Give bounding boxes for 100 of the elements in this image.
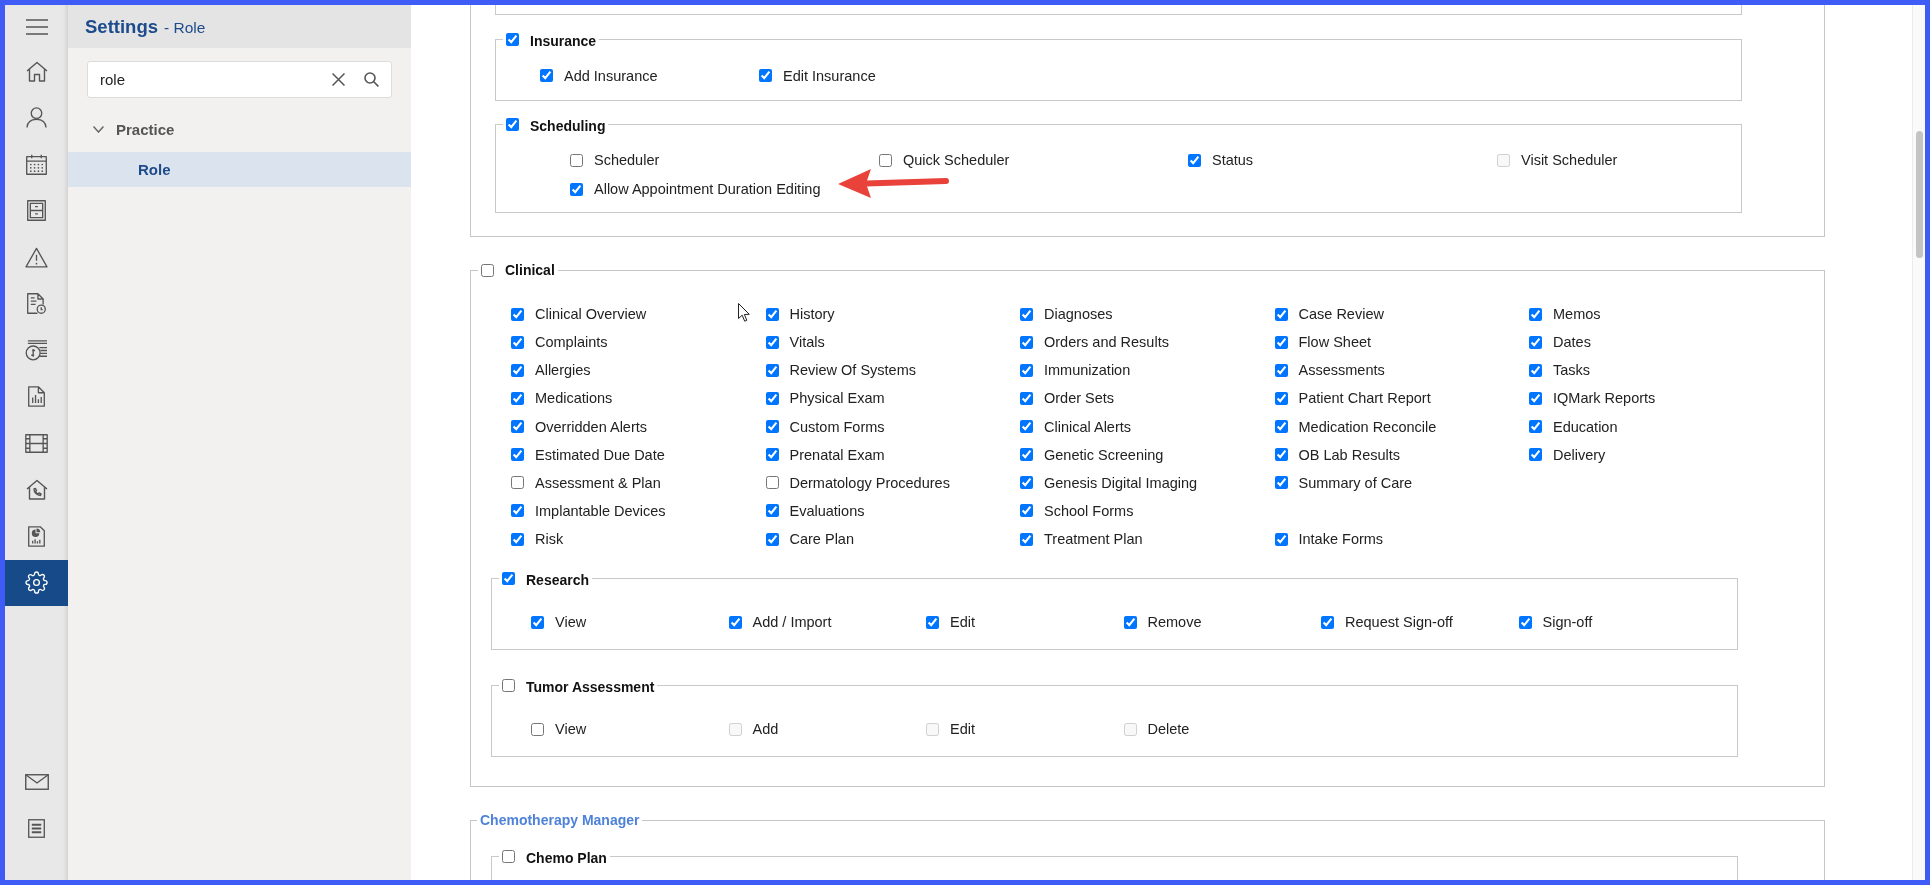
scrollbar-track[interactable] [1912, 5, 1925, 880]
checkbox[interactable] [511, 420, 524, 433]
checkbox[interactable] [1020, 420, 1033, 433]
checkbox[interactable] [1020, 532, 1033, 546]
checkbox[interactable] [1020, 335, 1033, 349]
checkbox[interactable] [506, 32, 519, 46]
tree-item[interactable]: Practice [68, 112, 411, 147]
checkbox[interactable] [1274, 363, 1288, 377]
checkbox-label: Review Of Systems [789, 362, 916, 379]
checkbox[interactable] [511, 504, 524, 518]
checkbox[interactable] [765, 363, 779, 377]
checkbox-label: Remove [1147, 614, 1202, 630]
checkbox-label: View [555, 721, 587, 737]
group-title: Chemo Plan [526, 849, 607, 866]
checkbox[interactable] [1274, 335, 1288, 349]
checkbox[interactable] [765, 448, 779, 462]
checkbox-label: Immunization [1044, 362, 1131, 379]
checkbox[interactable] [1274, 476, 1288, 490]
mail-icon [24, 774, 49, 791]
checkbox[interactable] [728, 615, 742, 629]
checkbox-label: Dates [1553, 334, 1591, 351]
checkbox[interactable] [540, 69, 553, 82]
checkbox[interactable] [511, 335, 524, 349]
checkbox[interactable] [1020, 363, 1033, 377]
checkbox[interactable] [511, 363, 524, 377]
checkbox[interactable] [1529, 335, 1542, 349]
checkbox[interactable] [1274, 391, 1288, 405]
scrollbar-thumb[interactable] [1915, 131, 1923, 258]
checkbox[interactable] [1274, 307, 1288, 321]
checkbox[interactable] [765, 504, 779, 518]
checkbox[interactable] [765, 307, 779, 321]
clear-icon[interactable] [332, 73, 345, 86]
checkbox[interactable] [765, 335, 779, 349]
search-icon[interactable] [364, 72, 379, 87]
checkbox[interactable] [1274, 420, 1288, 433]
checkbox[interactable] [1518, 615, 1532, 629]
checkbox[interactable] [1020, 504, 1033, 518]
nav-button[interactable] [5, 559, 68, 606]
checkbox[interactable] [879, 153, 892, 167]
checkbox[interactable] [759, 69, 772, 82]
checkbox-label: Summary of Care [1298, 474, 1413, 491]
checkbox[interactable] [531, 615, 544, 629]
search-field[interactable]: role [87, 61, 392, 98]
checkbox[interactable] [531, 722, 544, 736]
checkbox[interactable] [1020, 391, 1033, 405]
checkbox[interactable] [765, 420, 779, 433]
checkbox[interactable] [511, 448, 524, 462]
checkbox[interactable] [926, 615, 939, 629]
checkbox[interactable] [1321, 615, 1334, 629]
checkbox[interactable] [511, 391, 524, 405]
checkbox-label: View [555, 614, 587, 630]
checkbox-label: Intake Forms [1298, 531, 1384, 547]
menu-icon [25, 18, 48, 35]
sidebar-subtitle: - Role [164, 17, 206, 37]
checkbox[interactable] [511, 532, 524, 546]
checkbox-label: Genetic Screening [1044, 446, 1164, 463]
checkbox[interactable] [1274, 448, 1288, 462]
coin-icon [25, 339, 48, 361]
checkbox-label: Delete [1147, 721, 1190, 737]
checkbox-label: Vitals [789, 334, 825, 351]
checkbox[interactable] [1529, 307, 1542, 321]
checkbox-label: Allergies [535, 362, 591, 379]
checkbox-label: Request Sign-off [1345, 614, 1453, 630]
checkbox[interactable] [502, 571, 515, 585]
checkbox[interactable] [570, 153, 583, 167]
checkbox-label: Case Review [1298, 306, 1384, 322]
tree-item[interactable]: Role [68, 152, 411, 187]
checkbox[interactable] [506, 117, 519, 131]
checkbox[interactable] [481, 263, 494, 277]
checkbox[interactable] [765, 532, 779, 546]
checkbox-label: Overridden Alerts [535, 418, 648, 435]
checkbox-label: OB Lab Results [1298, 446, 1401, 463]
checkbox[interactable] [1020, 448, 1033, 462]
checkbox[interactable] [511, 307, 524, 321]
bar-chart-document-icon [28, 386, 45, 408]
sidebar-title: Settings [85, 15, 158, 38]
checkbox[interactable] [1020, 307, 1033, 321]
checkbox-label: Flow Sheet [1298, 334, 1372, 351]
checkbox[interactable] [1188, 153, 1201, 167]
checkbox[interactable] [1529, 420, 1542, 433]
checkbox[interactable] [765, 476, 779, 490]
checkbox[interactable] [502, 849, 515, 863]
checkbox-label: Genesis Digital Imaging [1044, 474, 1198, 491]
checkbox[interactable] [511, 476, 524, 490]
checkbox[interactable] [1529, 391, 1542, 405]
checkbox-label: Add [752, 721, 779, 737]
checkbox-label: Scheduler [594, 152, 660, 168]
checkbox-label: Custom Forms [789, 418, 885, 435]
checkbox-label: Clinical Overview [535, 306, 647, 322]
checkbox[interactable] [1123, 615, 1137, 629]
checkbox[interactable] [502, 678, 515, 692]
checkbox[interactable] [1529, 363, 1542, 377]
checkbox[interactable] [1274, 532, 1288, 546]
checkbox[interactable] [570, 182, 583, 196]
checkbox-label: Add Insurance [564, 67, 658, 84]
checkbox[interactable] [1529, 448, 1542, 462]
checkbox-label: Delivery [1553, 446, 1606, 463]
section-title: Clinical [505, 262, 555, 278]
checkbox[interactable] [1020, 476, 1033, 490]
checkbox[interactable] [765, 391, 779, 405]
